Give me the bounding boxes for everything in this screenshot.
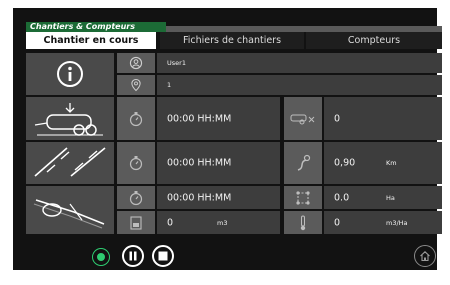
- time-value-3: 00:00 HH:MM: [167, 192, 232, 203]
- slurry-tanker-icon: [34, 102, 103, 136]
- tanker-panel: [26, 97, 114, 140]
- area-value: 0.0: [334, 192, 350, 203]
- tank-cell: [117, 211, 155, 234]
- stop-button[interactable]: [152, 245, 174, 267]
- area-field: 0.0 Ha: [324, 186, 442, 209]
- home-icon: [420, 251, 430, 262]
- pause-icon: [129, 251, 137, 261]
- distance-unit: Km: [386, 159, 397, 167]
- distance-cell: [284, 142, 322, 184]
- pause-button[interactable]: [122, 245, 144, 267]
- volume-unit: m3: [217, 218, 228, 227]
- area-icon: [296, 190, 310, 205]
- time-value-1: 00:00 HH:MM: [167, 113, 232, 124]
- area-cell: [284, 186, 322, 209]
- user-name: User1: [167, 59, 186, 67]
- stopwatch-icon: [129, 156, 143, 171]
- road-panel: [26, 142, 114, 184]
- time-field-3: 00:00 HH:MM: [157, 186, 280, 209]
- user-icon: [129, 56, 143, 70]
- volume-field: 0 m3: [157, 211, 280, 234]
- location-value: 1: [167, 81, 172, 89]
- spreader-icon: [33, 199, 105, 229]
- flow-rate-icon: [300, 215, 306, 230]
- home-button[interactable]: [414, 245, 436, 267]
- flow-rate-cell: [284, 211, 322, 234]
- distance-value: 0,90: [334, 157, 356, 169]
- location-field: 1: [157, 75, 442, 95]
- flow-rate-unit: m3/Ha: [386, 218, 408, 227]
- area-unit: Ha: [386, 193, 395, 202]
- tab-chantier-en-cours[interactable]: Chantier en cours: [26, 32, 156, 49]
- stopwatch-cell-1: [117, 97, 155, 140]
- time-field-2: 00:00 HH:MM: [157, 142, 280, 184]
- breadcrumb: Chantiers & Compteurs: [26, 22, 166, 32]
- location-pin-icon: [131, 78, 141, 92]
- user-icon-cell: [117, 53, 155, 73]
- stopwatch-icon: [129, 111, 143, 126]
- record-button[interactable]: [92, 248, 110, 266]
- spreader-panel: [26, 186, 114, 234]
- tank-icon: [130, 215, 142, 230]
- trailer-count-icon: [290, 114, 315, 124]
- stopwatch-icon: [129, 190, 143, 205]
- trailer-count-field: 0: [324, 97, 442, 140]
- stop-icon: [158, 251, 168, 261]
- flow-rate-field: 0 m3/Ha: [324, 211, 442, 234]
- trailer-count-value: 0: [334, 113, 341, 124]
- trailer-count-cell: [284, 97, 322, 140]
- tab-fichiers-de-chantiers[interactable]: Fichiers de chantiers: [160, 32, 304, 49]
- tab-compteurs[interactable]: Compteurs: [306, 32, 442, 49]
- stopwatch-cell-3: [117, 186, 155, 209]
- volume-value: 0: [167, 217, 174, 228]
- user-field: User1: [157, 53, 442, 73]
- distance-icon: [297, 154, 311, 171]
- distance-field: 0,90 Km: [324, 142, 442, 184]
- stopwatch-cell-2: [117, 142, 155, 184]
- flow-rate-value: 0: [334, 217, 341, 228]
- time-value-2: 00:00 HH:MM: [167, 157, 232, 169]
- record-icon: [97, 253, 105, 261]
- info-icon: [57, 61, 83, 87]
- time-field-1: 00:00 HH:MM: [157, 97, 280, 140]
- info-panel: [26, 53, 114, 95]
- location-icon-cell: [117, 75, 155, 95]
- road-icon: [34, 147, 106, 177]
